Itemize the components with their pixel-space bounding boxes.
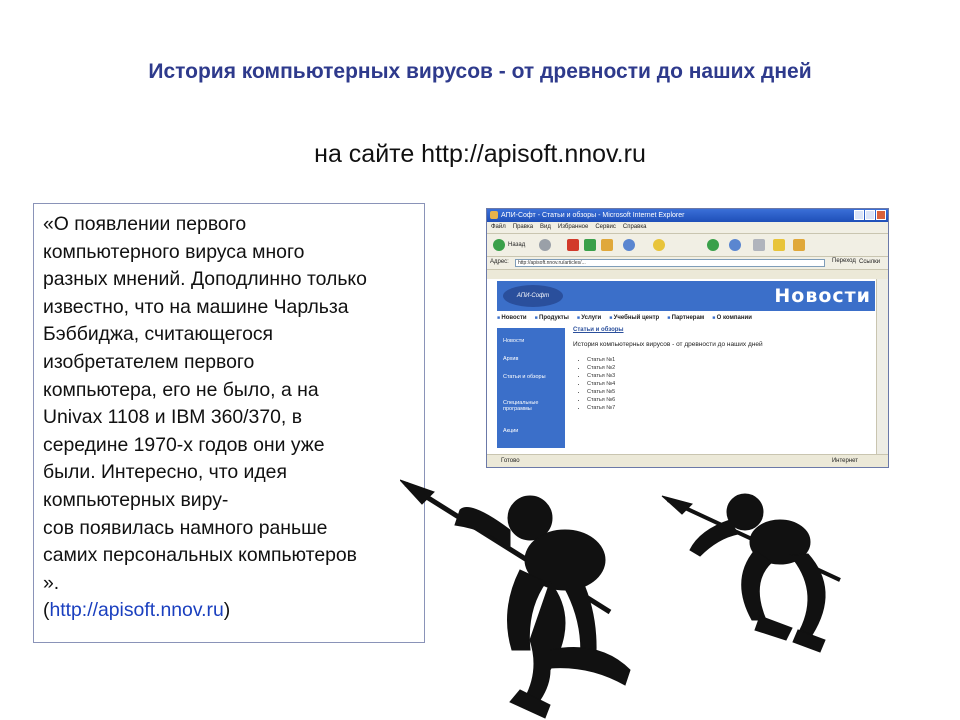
slide-title: История компьютерных вирусов - от древно… [148,60,812,83]
list-item[interactable]: Статья №7 [587,404,873,412]
edit-icon[interactable] [793,239,805,251]
site-header: АПИ-Софт Новости [497,281,875,311]
slide-subtitle: на сайте http://apisoft.nnov.ru [314,140,646,168]
quote-line: Бэббиджа, считающегося [43,323,274,346]
spear-hunters-silhouette-icon [400,479,841,719]
quote-line: известно, что на машине Чарльза [43,295,349,318]
browser-titlebar: АПИ-Софт - Статьи и обзоры - Microsoft I… [487,209,888,222]
quote-line: ». [43,571,60,594]
address-label: Адрес: [490,259,509,265]
status-text: Готово [501,458,520,464]
list-item[interactable]: Статья №3 [587,372,873,380]
sidebar-item[interactable]: Акции [503,428,553,434]
ie-icon [490,211,498,219]
quote-line: середине 1970-х годов они уже [43,433,325,456]
site-content: Статьи и обзоры История компьютерных вир… [573,327,873,412]
address-input[interactable]: http://apisoft.nnov.ru/articles/... [515,259,825,267]
site-nav-item[interactable]: Продукты [535,315,569,325]
menu-help[interactable]: Справка [623,222,647,233]
breadcrumb[interactable]: Статьи и обзоры [573,327,873,333]
list-item[interactable]: Статья №2 [587,364,873,372]
sidebar-item[interactable]: Статьи и обзоры [503,374,553,380]
window-controls [854,210,886,220]
mail-icon[interactable] [753,239,765,251]
list-item[interactable]: Статья №1 [587,356,873,364]
status-zone: Интернет [831,458,858,464]
menu-favorites[interactable]: Избранное [558,222,588,233]
site-nav-item[interactable]: Партнерам [667,315,705,325]
article-title: История компьютерных вирусов - от древно… [573,341,763,348]
menu-edit[interactable]: Правка [513,222,533,233]
print-icon[interactable] [773,239,785,251]
quote-line: компьютерных виру- [43,488,229,511]
forward-icon[interactable] [539,239,551,251]
quote-line: компьютерного вируса много [43,240,305,263]
links-label[interactable]: Ссылки [859,259,880,265]
back-icon[interactable] [493,239,505,251]
refresh-icon[interactable] [584,239,596,251]
quote-line: разных мнений. Доподлинно только [43,268,367,291]
quote-line: были. Интересно, что идея [43,461,287,484]
chapter-list: Статья №1 Статья №2 Статья №3 Статья №4 … [573,356,873,412]
media-icon[interactable] [707,239,719,251]
site-sidebar: Новости Архив Статьи и обзоры Специальны… [497,328,565,448]
stop-icon[interactable] [567,239,579,251]
quote-source-close: ) [223,599,231,622]
site-nav-item[interactable]: Услуги [577,315,601,325]
site-nav-item[interactable]: Учебный центр [609,315,660,325]
menu-view[interactable]: Вид [540,222,551,233]
quote-line: «О появлении первого [43,213,247,235]
list-item[interactable]: Статья №4 [587,380,873,388]
status-bar: Готово Интернет [487,454,888,467]
vertical-scrollbar[interactable] [876,279,888,455]
browser-toolbar: Назад [487,234,888,257]
quote-line: самих персональных компьютеров [43,544,357,567]
back-label[interactable]: Назад [508,242,525,248]
address-bar: Адрес: http://apisoft.nnov.ru/articles/.… [487,257,888,270]
site-nav: Новости Продукты Услуги Учебный центр Па… [497,315,875,325]
menu-tools[interactable]: Сервис [595,222,616,233]
sidebar-item[interactable]: Специальные программы [503,400,553,412]
search-icon[interactable] [623,239,635,251]
quote-source: (http://apisoft.nnov.ru) [43,597,423,625]
maximize-icon[interactable] [865,210,875,220]
site-nav-item[interactable]: Новости [497,315,526,325]
menu-file[interactable]: Файл [491,222,506,233]
list-item[interactable]: Статья №6 [587,396,873,404]
list-item[interactable]: Статья №5 [587,388,873,396]
site-header-title: Новости [774,285,871,307]
minimize-icon[interactable] [854,210,864,220]
sidebar-item[interactable]: Архив [503,356,553,362]
favorites-icon[interactable] [653,239,665,251]
quote-line: компьютера, его не было, а на [43,378,319,401]
site-logo[interactable]: АПИ-Софт [503,285,563,307]
browser-window-title: АПИ-Софт - Статьи и обзоры - Microsoft I… [501,212,685,219]
browser-menubar: Файл Правка Вид Избранное Сервис Справка [487,222,888,234]
go-button[interactable]: Переход [832,258,856,264]
browser-screenshot: АПИ-Софт - Статьи и обзоры - Microsoft I… [486,208,889,468]
home-icon[interactable] [601,239,613,251]
quote-line: изобретателем первого [43,350,255,373]
sidebar-item[interactable]: Новости [503,338,553,344]
quote-text: «О появлении первого компьютерного вирус… [43,211,423,625]
quote-line: Univax 1108 и IBM 360/370, в [43,406,302,429]
web-page: АПИ-Софт Новости Новости Продукты Услуги… [487,279,877,455]
history-icon[interactable] [729,239,741,251]
site-nav-item[interactable]: О компании [712,315,752,325]
close-icon[interactable] [876,210,886,220]
quote-source-link[interactable]: http://apisoft.nnov.ru [49,599,223,621]
quote-line: сов появилась намного раньше [43,516,328,539]
